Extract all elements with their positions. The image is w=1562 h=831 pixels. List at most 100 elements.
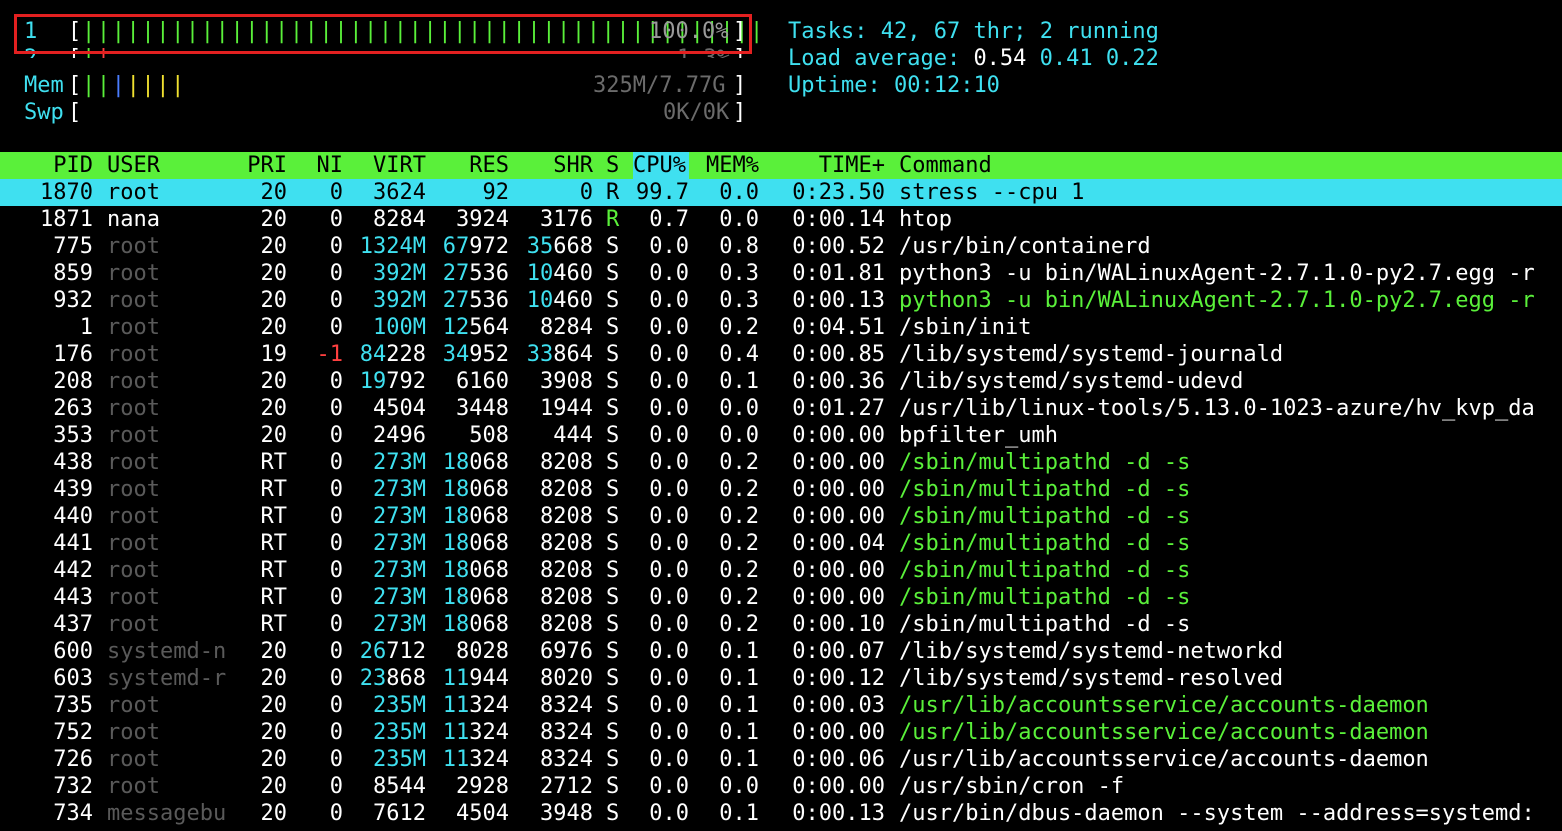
process-row[interactable]: 775 root 20 0 1324M 67972 35668 S 0.0 0.8 0:00.52 /…	[0, 233, 1562, 260]
cell-pid: 600	[53, 639, 93, 664]
cell-virt: 235M	[373, 720, 426, 745]
process-row[interactable]: 442 root RT 0 273M 18068 8208 S 0.0 0.2 0:00.00/sb…	[0, 557, 1562, 584]
cell-res: 8028	[456, 639, 509, 664]
process-row[interactable]: 438 root RT 0 273M 18068 8208 S 0.0 0.2 0:00.00/sb…	[0, 449, 1562, 476]
cell-shr: 10460	[526, 288, 593, 313]
cell-cmd: /usr/lib/accountsservice/accounts-daemon	[899, 720, 1429, 745]
cell-pri: 20	[260, 423, 288, 448]
cell-mem: 0.2	[719, 315, 759, 340]
column-header-ni[interactable]: NI	[317, 152, 344, 179]
process-row[interactable]: 1870 root 20 0 3624 92 0 R 99.7 0.0 0:23.50 stress …	[0, 179, 1562, 206]
process-row[interactable]: 732 root 20 0 8544 2928 2712 S 0.0 0.0 0:00.00/usr…	[0, 773, 1562, 800]
cell-pri: 20	[260, 369, 288, 394]
cell-cpu: 0.0	[649, 693, 689, 718]
cell-time: 0:00.12	[792, 666, 885, 691]
mem-meter-label: Mem	[24, 73, 64, 98]
cell-cpu: 0.0	[649, 369, 689, 394]
process-row[interactable]: 353 root 20 0 2496 508 444 S 0.0 0.0 0:00.00 bpfilt…	[0, 422, 1562, 449]
cell-user: root	[107, 747, 160, 772]
cell-cmd: /lib/systemd/systemd-udevd	[899, 369, 1244, 394]
cell-virt: 273M	[373, 558, 426, 583]
column-header-pri[interactable]: PRI	[247, 152, 287, 179]
cell-time: 0:00.00	[792, 720, 885, 745]
cell-virt: 26712	[359, 639, 426, 664]
process-row[interactable]: 439 root RT 0 273M 18068 8208 S 0.0 0.2 0:00.00/sb…	[0, 476, 1562, 503]
cell-shr: 8208	[540, 477, 593, 502]
cell-user: root	[107, 261, 160, 286]
cell-ni: 0	[329, 180, 343, 205]
cell-ni: 0	[329, 774, 343, 799]
process-row[interactable]: 1 root 20 0 100M 12564 8284 S 0.0 0.2 0:04.51/sbin…	[0, 314, 1562, 341]
cell-virt: 8284	[373, 207, 426, 232]
cell-shr: 8324	[540, 747, 593, 772]
cell-cpu: 0.7	[649, 207, 689, 232]
cell-s: R	[606, 180, 620, 205]
process-row[interactable]: 735 root 20 0 235M 11324 8324 S 0.0 0.1 0:00.03/us…	[0, 692, 1562, 719]
process-row[interactable]: 603 systemd-r 20 0 23868 11944 8020 S 0.0 0.1 0:00…	[0, 665, 1562, 692]
cell-cmd: /lib/systemd/systemd-networkd	[899, 639, 1284, 664]
column-header-pid[interactable]: PID	[53, 152, 93, 179]
cell-pri: 20	[260, 180, 288, 205]
cell-pid: 732	[53, 774, 93, 799]
cell-pid: 603	[53, 666, 93, 691]
cell-res: 6160	[456, 369, 509, 394]
process-row[interactable]: 859 root 20 0 392M 27536 10460 S 0.0 0.3 0:01.81 py…	[0, 260, 1562, 287]
cell-cmd: python3 -u bin/WALinuxAgent-2.7.1.0-py2.…	[899, 261, 1535, 286]
cell-time: 0:00.06	[792, 747, 885, 772]
column-header-time[interactable]: TIME+	[819, 152, 885, 179]
process-row[interactable]: 726 root 20 0 235M 11324 8324 S 0.0 0.1 0:00.06/us…	[0, 746, 1562, 773]
process-row[interactable]: 441 root RT 0 273M 18068 8208 S 0.0 0.2 0:00.04/sb…	[0, 530, 1562, 557]
cell-cpu: 0.0	[649, 774, 689, 799]
process-row[interactable]: 443 root RT 0 273M 18068 8208 S 0.0 0.2 0:00.00/sb…	[0, 584, 1562, 611]
cell-mem: 0.3	[719, 261, 759, 286]
cell-shr: 10460	[526, 261, 593, 286]
cell-res: 2928	[456, 774, 509, 799]
mem-meter-open: [	[68, 73, 82, 98]
cell-cmd: /sbin/multipathd -d -s	[899, 558, 1191, 583]
process-row[interactable]: 734 messagebu 20 0 7612 4504 3948 S 0.0 0.1 0:00.1…	[0, 800, 1562, 827]
process-row[interactable]: 437 root RT 0 273M 18068 8208 S 0.0 0.2 0:00.10/sb…	[0, 611, 1562, 638]
column-header-user[interactable]: USER	[107, 152, 160, 179]
cell-shr: 8208	[540, 450, 593, 475]
column-header-virt[interactable]: VIRT	[373, 152, 426, 179]
cell-pid: 1870	[40, 180, 93, 205]
process-row[interactable]: 176 root 19 -1 84228 34952 33864 S 0.0 0.4 0:00.85…	[0, 341, 1562, 368]
cell-s: S	[606, 477, 620, 502]
cell-ni: 0	[329, 639, 343, 664]
cell-mem: 0.2	[719, 477, 759, 502]
cell-ni: 0	[329, 504, 343, 529]
process-row[interactable]: 263 root 20 0 4504 3448 1944 S 0.0 0.0 0:01.27/usr…	[0, 395, 1562, 422]
column-header-res[interactable]: RES	[469, 152, 509, 179]
cell-time: 0:00.52	[792, 234, 885, 259]
process-row[interactable]: 440 root RT 0 273M 18068 8208 S 0.0 0.2 0:00.00/sb…	[0, 503, 1562, 530]
cell-res: 3924	[456, 207, 509, 232]
cell-mem: 0.1	[719, 801, 759, 826]
column-header-shr[interactable]: SHR	[553, 152, 593, 179]
process-row[interactable]: 752 root 20 0 235M 11324 8324 S 0.0 0.1 0:00.00/us…	[0, 719, 1562, 746]
cell-pri: RT	[260, 504, 288, 529]
cell-shr: 8020	[540, 666, 593, 691]
cell-user: systemd-r	[107, 666, 227, 691]
cell-cmd: /sbin/multipathd -d -s	[899, 477, 1191, 502]
process-row[interactable]: 208 root 20 0 19792 6160 3908 S 0.0 0.1 0:00.36/li…	[0, 368, 1562, 395]
column-header-command[interactable]: Command	[899, 152, 992, 179]
cell-mem: 0.1	[719, 693, 759, 718]
cell-virt: 273M	[373, 450, 426, 475]
cell-pid: 176	[53, 342, 93, 367]
cell-pid: 208	[53, 369, 93, 394]
column-header-cpu[interactable]: CPU%	[633, 152, 689, 179]
process-row[interactable]: 932 root 20 0 392M 27536 10460 S 0.0 0.3 0:00.13 py…	[0, 287, 1562, 314]
cell-virt: 23868	[359, 666, 426, 691]
cell-time: 0:00.13	[792, 288, 885, 313]
process-row[interactable]: 600 systemd-n 20 0 26712 8028 6976 S 0.0 0.1 0:00.…	[0, 638, 1562, 665]
cell-virt: 2496	[373, 423, 426, 448]
cell-mem: 0.1	[719, 747, 759, 772]
cell-pri: RT	[260, 450, 288, 475]
cell-cpu: 0.0	[649, 288, 689, 313]
cell-res: 4504	[456, 801, 509, 826]
process-row[interactable]: 1871 nana 20 0 8284 3924 3176 R 0.7 0.0 0:00.14 hto…	[0, 206, 1562, 233]
column-header-mem[interactable]: MEM%	[706, 152, 759, 179]
mem-meter-value: 325M/7.77G	[593, 73, 726, 98]
column-header-s[interactable]: S	[606, 152, 619, 179]
swp-meter-close: ]	[733, 100, 747, 125]
